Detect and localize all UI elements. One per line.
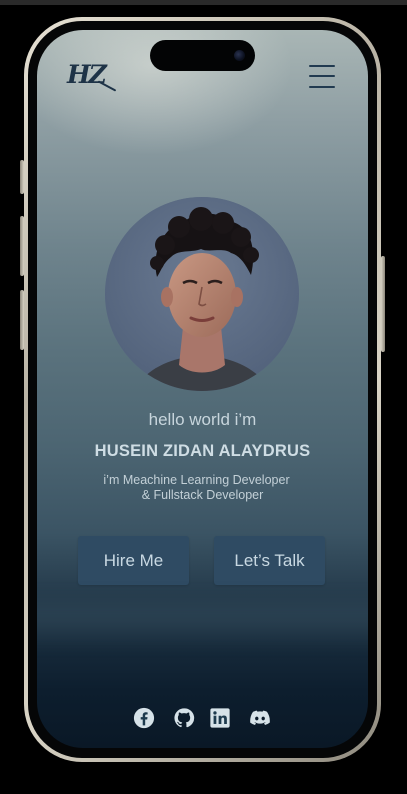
role-line-2: & Fullstack Developer xyxy=(141,488,264,502)
greeting-text: hello world i’m xyxy=(148,410,257,429)
top-edge xyxy=(0,0,407,5)
hire-me-button[interactable]: Hire Me xyxy=(78,536,189,585)
portrait-image xyxy=(105,197,299,391)
hamburger-menu-icon[interactable] xyxy=(309,65,337,89)
discord-icon[interactable] xyxy=(248,707,272,729)
facebook-icon[interactable] xyxy=(133,707,155,729)
logo[interactable]: HZ xyxy=(67,60,107,89)
camera-icon xyxy=(234,50,245,61)
social-links xyxy=(133,707,278,731)
github-icon[interactable] xyxy=(173,707,195,729)
power-button xyxy=(381,256,385,352)
linkedin-icon[interactable] xyxy=(209,707,231,729)
lets-talk-button[interactable]: Let’s Talk xyxy=(214,536,325,585)
profile-avatar xyxy=(105,197,299,391)
dynamic-island xyxy=(150,40,255,71)
phone-screen: HZ hello world i’m HUSEIN ZIDAN ALAYDRUS… xyxy=(37,30,368,748)
role-line-1: i’m Meachine Learning Developer xyxy=(103,473,290,487)
profile-name: HUSEIN ZIDAN ALAYDRUS xyxy=(94,442,311,460)
